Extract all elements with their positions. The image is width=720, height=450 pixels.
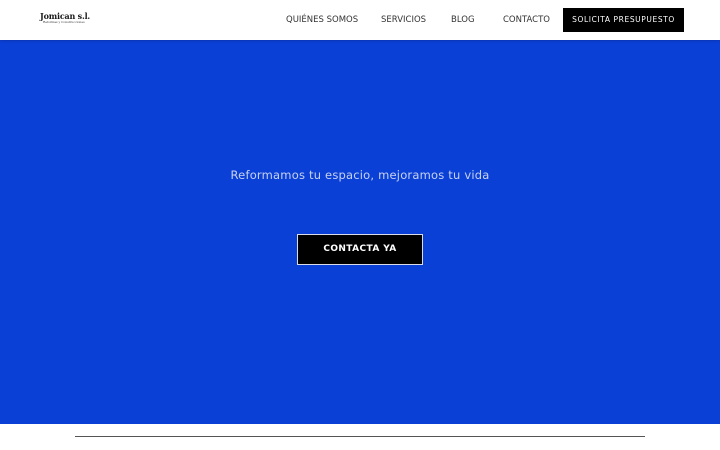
hero-section: Reformamos tu espacio, mejoramos tu vida… [0, 40, 720, 424]
nav-link-contacto[interactable]: CONTACTO [503, 0, 550, 40]
nav-link-servicios[interactable]: SERVICIOS [381, 0, 426, 40]
hero-tagline: Reformamos tu espacio, mejoramos tu vida [230, 168, 490, 182]
nav-link-quienes-somos[interactable]: QUIÉNES SOMOS [286, 0, 358, 40]
contact-now-button[interactable]: CONTACTA YA [297, 234, 423, 265]
request-quote-button[interactable]: SOLICITA PRESUPUESTO [563, 8, 684, 32]
nav-link-blog[interactable]: BLOG [451, 0, 475, 40]
site-logo[interactable]: Jomican s.l. Reformas y Construcciones [40, 11, 90, 27]
site-header: Jomican s.l. Reformas y Construcciones Q… [0, 0, 720, 40]
section-divider [75, 436, 645, 437]
logo-tagline: Reformas y Construcciones [43, 20, 85, 24]
